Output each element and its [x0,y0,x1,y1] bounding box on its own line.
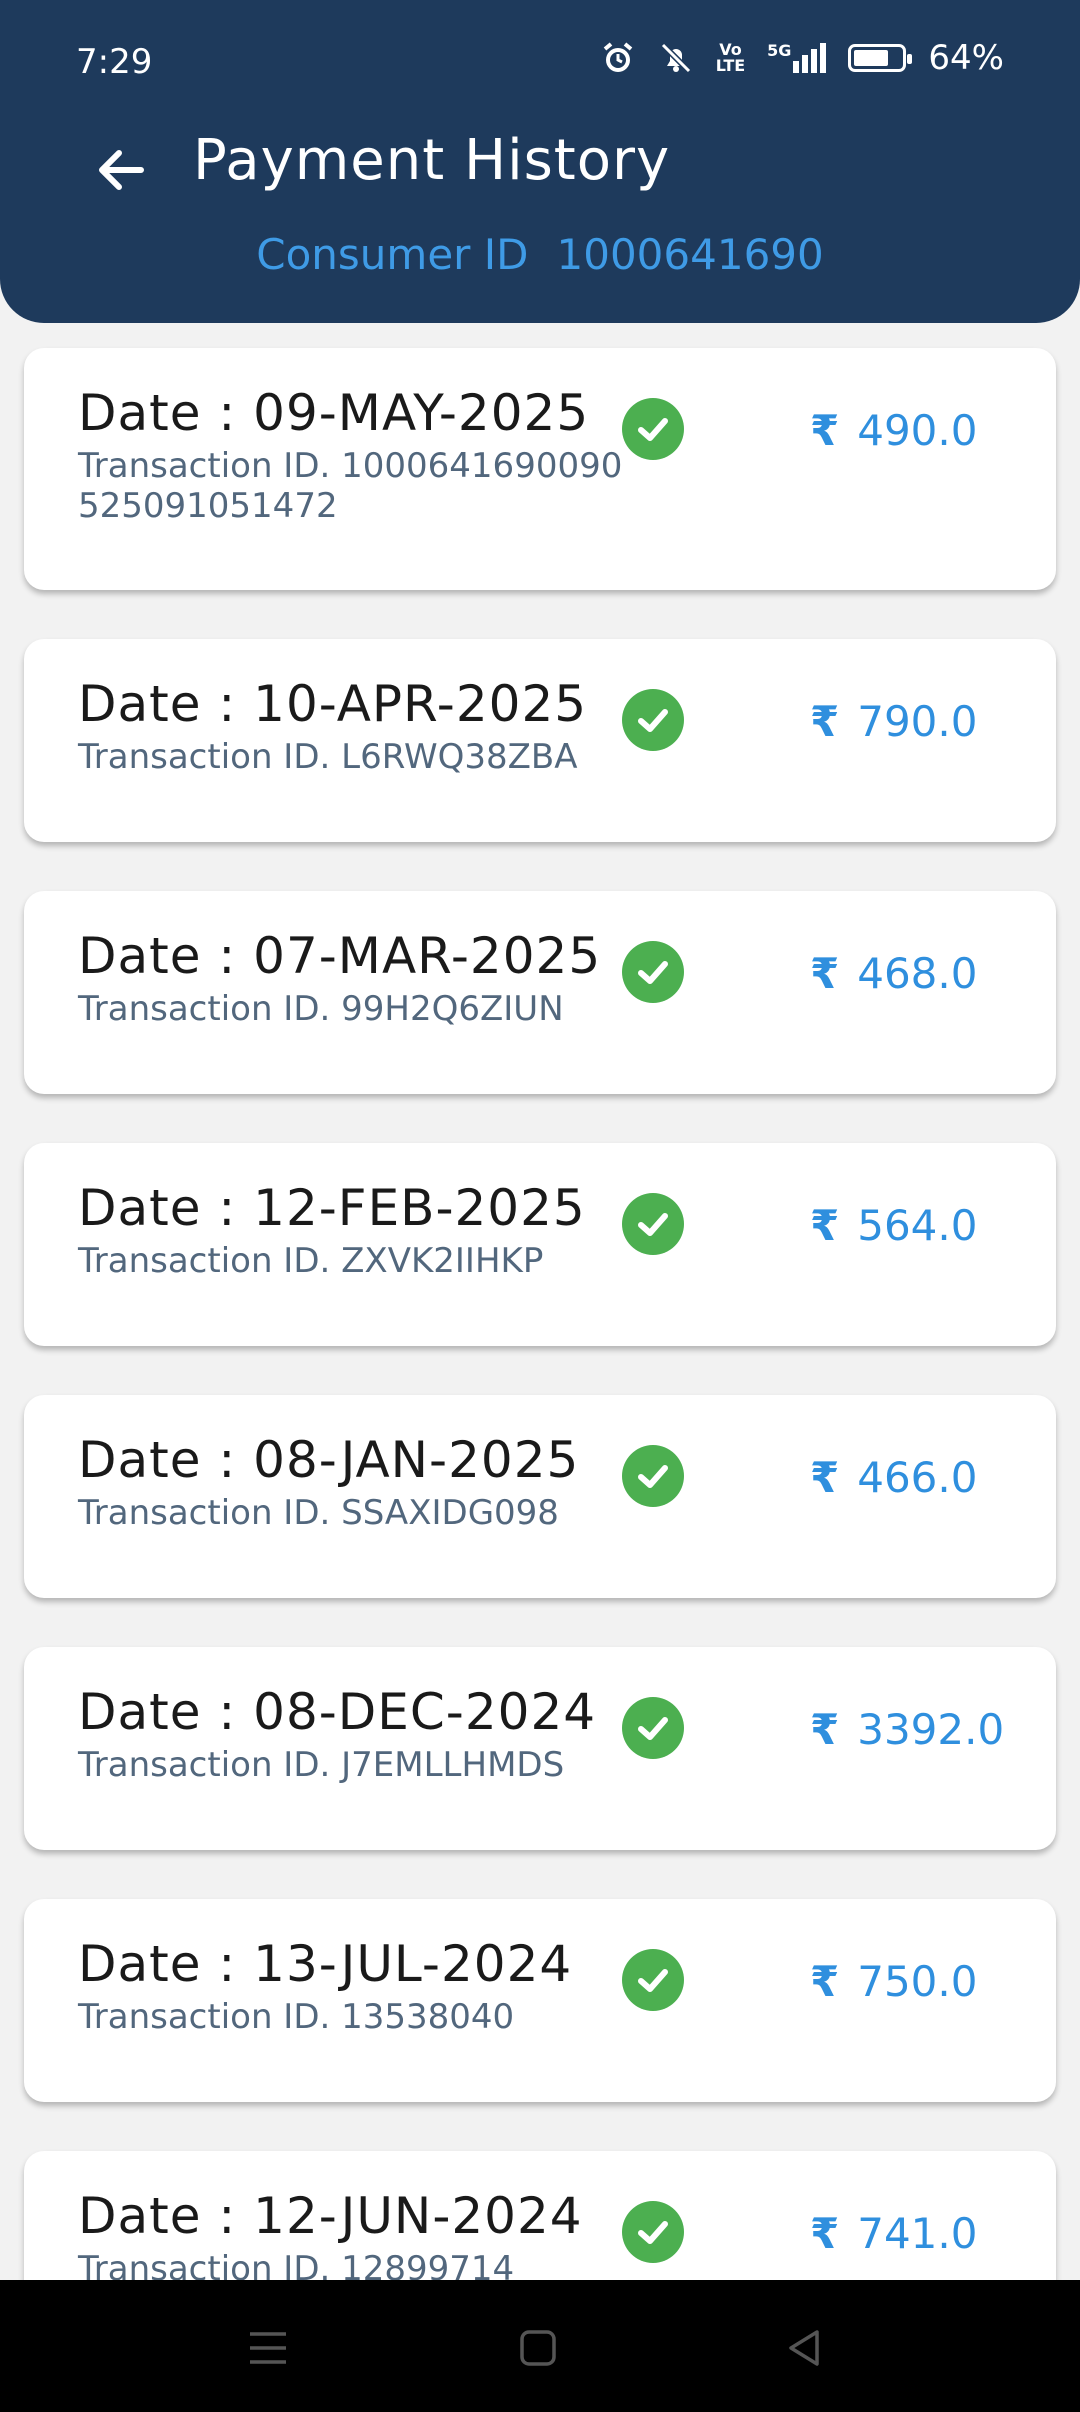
consumer-id-label: Consumer ID [256,230,529,279]
transaction-id: Transaction ID. 99H2Q6ZIUN [78,989,564,1029]
transaction-id: Transaction ID. 100064169009052509105147… [78,446,623,526]
home-square-icon [520,2330,556,2366]
payment-card[interactable]: Date : 08-DEC-2024 Transaction ID. J7EML… [24,1647,1056,1850]
payment-date: Date : 12-FEB-2025 [78,1179,586,1237]
check-circle-icon [622,1193,684,1255]
nav-home-button[interactable] [508,2320,568,2376]
payment-amount: ₹750.0 [810,1957,978,2006]
check-circle-icon [622,1697,684,1759]
payment-amount: ₹741.0 [810,2209,978,2258]
mute-bell-icon [658,40,694,76]
status-bar: 7:29 Vo LTE 5G 64% [0,0,1080,125]
transaction-id: Transaction ID. L6RWQ38ZBA [78,737,578,777]
payment-card[interactable]: Date : 08-JAN-2025 Transaction ID. SSAXI… [24,1395,1056,1598]
payment-card[interactable]: Date : 09-MAY-2025 Transaction ID. 10006… [24,348,1056,590]
payment-date: Date : 10-APR-2025 [78,675,588,733]
page-title: Payment History [193,128,671,193]
payment-amount: ₹790.0 [810,697,978,746]
signal-bars-icon [793,43,827,73]
payment-list[interactable]: Date : 09-MAY-2025 Transaction ID. 10006… [0,340,1080,2280]
app-header: 7:29 Vo LTE 5G 64% Payment History Consu… [0,0,1080,323]
payment-date: Date : 13-JUL-2024 [78,1935,573,1993]
status-icons: Vo LTE 5G 64% [600,38,1004,78]
arrow-left-icon [99,150,144,190]
transaction-id: Transaction ID. SSAXIDG098 [78,1493,559,1533]
payment-date: Date : 09-MAY-2025 [78,384,590,442]
payment-date: Date : 12-JUN-2024 [78,2187,583,2245]
battery-percent: 64% [928,38,1004,78]
payment-card[interactable]: Date : 10-APR-2025 Transaction ID. L6RWQ… [24,639,1056,842]
signal-5g-icon: 5G [767,43,827,73]
check-circle-icon [622,1949,684,2011]
battery-icon [848,44,913,72]
check-circle-icon [622,689,684,751]
payment-amount: ₹490.0 [810,406,978,455]
payment-date: Date : 08-JAN-2025 [78,1431,580,1489]
payment-card[interactable]: Date : 12-FEB-2025 Transaction ID. ZXVK2… [24,1143,1056,1346]
transaction-id: Transaction ID. 12899714 [78,2249,515,2280]
payment-card[interactable]: Date : 13-JUL-2024 Transaction ID. 13538… [24,1899,1056,2102]
nav-menu-button[interactable] [238,2320,298,2376]
nav-back-button[interactable] [774,2320,834,2376]
check-circle-icon [622,941,684,1003]
back-button[interactable] [86,135,156,205]
check-circle-icon [622,1445,684,1507]
consumer-id-value: 1000641690 [556,230,824,279]
alarm-icon [600,40,636,76]
status-time: 7:29 [76,42,153,82]
back-triangle-icon [789,2330,819,2366]
check-circle-icon [622,398,684,460]
payment-amount: ₹468.0 [810,949,978,998]
payment-card[interactable]: Date : 12-JUN-2024 Transaction ID. 12899… [24,2151,1056,2280]
payment-date: Date : 07-MAR-2025 [78,927,602,985]
payment-amount: ₹466.0 [810,1453,978,1502]
transaction-id: Transaction ID. 13538040 [78,1997,515,2037]
volte-icon: Vo LTE [715,40,746,75]
check-circle-icon [622,2201,684,2263]
consumer-id-row: Consumer ID 1000641690 [0,230,1080,279]
payment-amount: ₹564.0 [810,1201,978,1250]
transaction-id: Transaction ID. ZXVK2IIHKP [78,1241,544,1281]
transaction-id: Transaction ID. J7EMLLHMDS [78,1745,565,1785]
payment-card[interactable]: Date : 07-MAR-2025 Transaction ID. 99H2Q… [24,891,1056,1094]
payment-amount: ₹3392.0 [810,1705,1005,1754]
menu-icon [250,2332,286,2364]
payment-date: Date : 08-DEC-2024 [78,1683,597,1741]
system-nav-bar [0,2280,1080,2412]
